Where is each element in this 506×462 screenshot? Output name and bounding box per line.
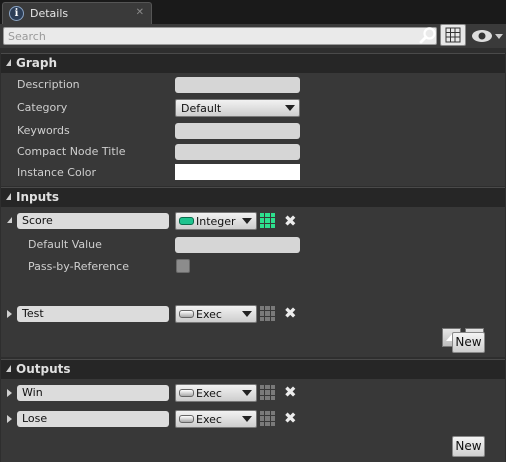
category-dropdown[interactable]: Default [175,99,300,117]
section-graph[interactable]: Graph [1,53,505,73]
description-label: Description [17,78,80,91]
expand-arrow-icon[interactable] [7,310,12,318]
category-label: Category [17,101,68,114]
remove-icon[interactable]: ✖ [284,385,297,400]
inputs-test-row: Test Exec ✖ New [1,303,505,357]
collapse-arrow-icon [6,59,11,66]
param-name-field[interactable]: Test [17,306,169,322]
instance-color-swatch[interactable] [175,164,300,180]
chevron-down-icon [242,218,252,224]
param-type-value: Exec [196,387,222,400]
param-type-value: Exec [196,413,222,426]
section-title: Outputs [16,362,71,376]
chevron-down-icon [285,105,295,111]
new-output-button[interactable]: New [452,436,485,457]
chevron-down-icon [242,416,252,422]
expand-arrow-icon[interactable] [7,415,12,423]
chevron-down-icon [242,311,252,317]
pass-by-reference-label: Pass-by-Reference [28,260,129,273]
eye-icon[interactable] [470,27,504,45]
param-type-dropdown[interactable]: Integer [175,212,257,230]
close-icon[interactable]: ✕ [136,7,144,18]
integer-pin-icon [179,217,194,225]
outputs-panel: Win Exec ✖ Lose Exec ✖ New [1,379,505,462]
param-type-value: Integer [196,215,236,228]
param-name-field[interactable]: Lose [17,411,169,427]
exec-pin-icon [179,310,194,318]
default-value-field[interactable] [175,237,300,253]
search-input[interactable]: Search [3,27,437,45]
container-type-icon[interactable] [260,213,275,228]
section-inputs[interactable]: Inputs [1,187,505,207]
compact-node-title-field[interactable] [175,144,300,160]
pass-by-reference-checkbox[interactable] [176,259,190,273]
param-type-dropdown[interactable]: Exec [175,305,257,323]
collapse-arrow-icon [6,193,11,200]
param-name-field[interactable]: Score [17,213,169,229]
param-type-value: Exec [196,308,222,321]
search-icon[interactable] [419,26,437,44]
info-icon: i [9,6,24,21]
default-value-label: Default Value [28,238,102,251]
exec-pin-icon [179,389,194,397]
expand-arrow-icon[interactable] [7,389,12,397]
remove-icon[interactable]: ✖ [284,306,297,321]
param-type-dropdown[interactable]: Exec [175,384,257,402]
expand-arrow-icon[interactable] [7,217,12,223]
details-content: Graph Description Category Default Keywo… [0,48,506,462]
container-type-icon[interactable] [260,411,275,426]
new-input-button[interactable]: New [452,332,485,353]
section-title: Graph [16,56,57,70]
container-type-icon[interactable] [260,306,275,321]
tab-title: Details [30,7,69,20]
tab-bar: i Details ✕ [0,0,506,25]
compact-node-title-label: Compact Node Title [17,145,126,158]
keywords-field[interactable] [175,123,300,139]
remove-icon[interactable]: ✖ [284,214,297,229]
keywords-label: Keywords [17,124,70,137]
description-field[interactable] [175,77,300,93]
grid-view-icon [445,27,461,43]
section-title: Inputs [16,190,60,204]
exec-pin-icon [179,415,194,423]
chevron-down-icon [242,390,252,396]
container-type-icon[interactable] [260,385,275,400]
collapse-arrow-icon [6,365,11,372]
tab-details[interactable]: i Details ✕ [2,2,152,25]
category-value: Default [181,102,222,115]
grid-view-button[interactable] [440,24,466,46]
param-name-field[interactable]: Win [17,385,169,401]
instance-color-label: Instance Color [17,166,97,179]
remove-icon[interactable]: ✖ [284,411,297,426]
param-type-dropdown[interactable]: Exec [175,410,257,428]
graph-panel: Description Category Default Keywords Co… [1,73,505,186]
section-outputs[interactable]: Outputs [1,359,505,379]
